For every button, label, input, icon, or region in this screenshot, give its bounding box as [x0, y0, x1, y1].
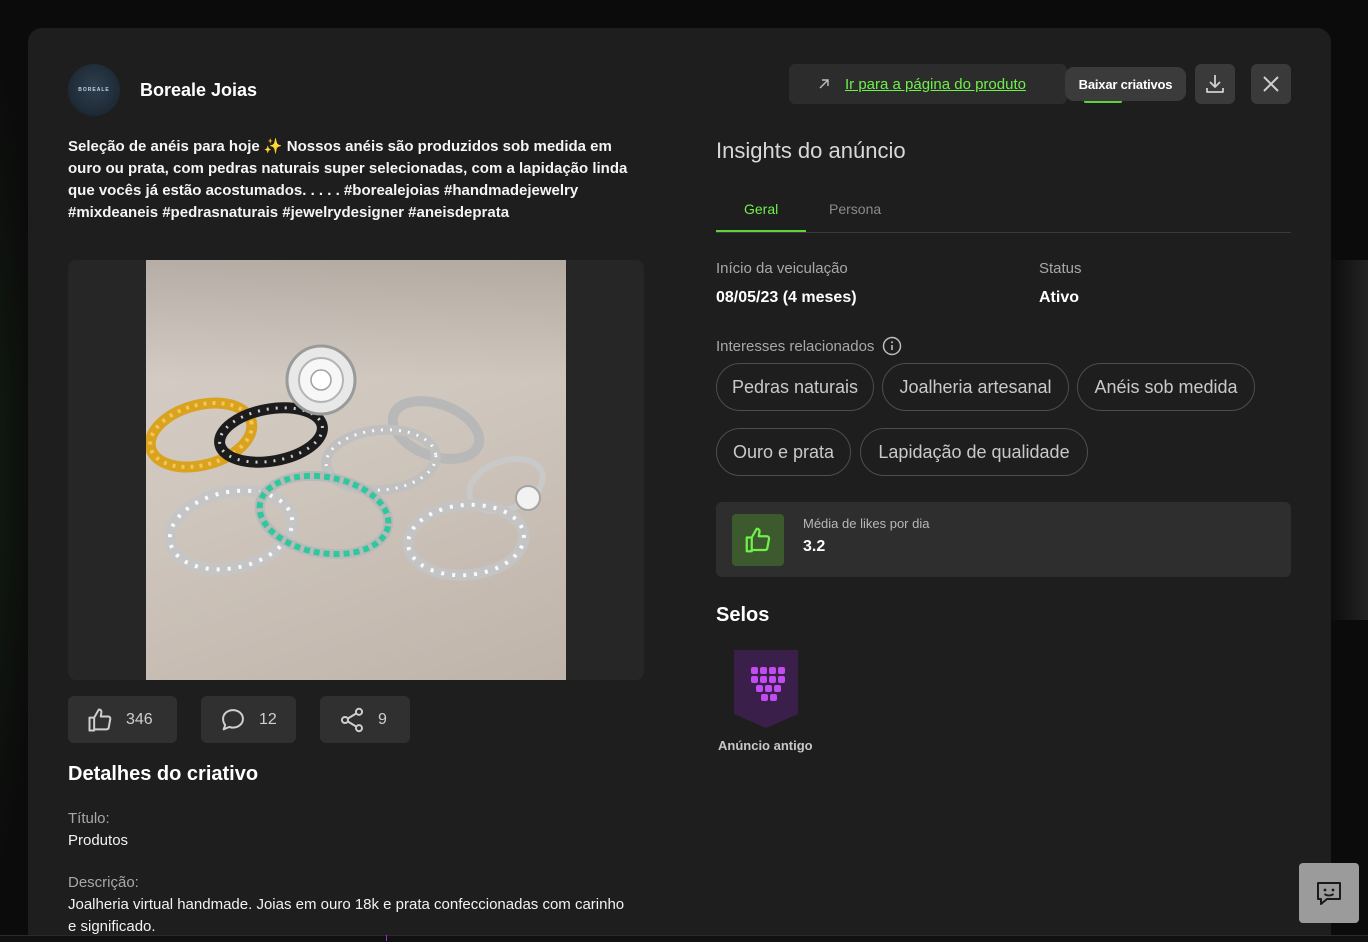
ad-detail-modal: BOREALE Boreale Joias Seleção de anéis p… — [28, 28, 1331, 941]
likes-stat: 346 — [68, 696, 177, 743]
shares-stat: 9 — [320, 696, 410, 743]
comment-icon — [222, 708, 244, 730]
title-label: Título: — [68, 810, 110, 827]
insights-title: Insights do anúncio — [716, 138, 906, 163]
seals-title: Selos — [716, 604, 770, 626]
tab-geral[interactable]: Geral — [744, 201, 778, 217]
likes-per-day-label: Média de likes por dia — [803, 516, 930, 531]
chat-icon — [1317, 882, 1341, 905]
share-icon — [340, 707, 364, 732]
interest-chip[interactable]: Joalheria artesanal — [882, 363, 1069, 411]
seal-badge — [734, 650, 798, 735]
interest-chip[interactable]: Pedras naturais — [716, 363, 874, 411]
likes-per-day-card: Média de likes por dia 3.2 — [716, 502, 1291, 577]
interest-chip[interactable]: Ouro e prata — [716, 428, 851, 476]
bottom-marker — [386, 935, 387, 941]
likes-count: 346 — [126, 710, 153, 728]
ad-caption: Seleção de anéis para hoje ✨ Nossos anéi… — [68, 138, 628, 221]
start-date-value: 08/05/23 (4 meses) — [716, 289, 857, 306]
download-button[interactable] — [1195, 64, 1235, 104]
dots-grid-icon — [734, 650, 798, 728]
likes-per-day-value: 3.2 — [803, 538, 826, 555]
close-icon — [1263, 76, 1279, 92]
comments-count: 12 — [259, 710, 277, 728]
avatar-logo-text: BOREALE — [78, 87, 110, 93]
seal-label: Anúncio antigo — [718, 738, 813, 753]
creative-media[interactable] — [68, 260, 644, 680]
chat-widget-button[interactable] — [1299, 863, 1359, 923]
thumbs-up-icon — [88, 708, 112, 731]
download-icon — [1206, 75, 1224, 93]
rings-illustration — [146, 344, 546, 581]
description-value: Joalheria virtual handmade. Joias em our… — [68, 896, 625, 935]
close-button[interactable] — [1251, 64, 1291, 104]
interests-label: Interesses relacionados — [716, 337, 875, 355]
thumbs-up-icon — [745, 527, 771, 553]
interest-chip[interactable]: Anéis sob medida — [1077, 363, 1255, 411]
status-value: Ativo — [1039, 289, 1079, 306]
interests-heading: Interesses relacionados — [716, 336, 902, 356]
advertiser-name[interactable]: Boreale Joias — [140, 80, 257, 101]
creative-details-title: Detalhes do criativo — [68, 763, 259, 785]
status-label: Status — [1039, 260, 1082, 277]
start-date-label: Início da veiculação — [716, 260, 848, 277]
creative-image — [146, 260, 566, 680]
advertiser-avatar[interactable]: BOREALE — [68, 64, 120, 116]
interest-chip[interactable]: Lapidação de qualidade — [860, 428, 1088, 476]
likes-card-icon-box — [732, 514, 784, 566]
title-value: Produtos — [68, 832, 129, 849]
tab-persona[interactable]: Persona — [829, 201, 881, 217]
goto-product-button[interactable]: Ir para a página do produto — [789, 64, 1067, 104]
active-tab-indicator — [716, 230, 806, 232]
tabs-divider — [716, 232, 1291, 233]
description-label: Descrição: — [68, 874, 139, 891]
external-arrow-icon — [819, 79, 829, 89]
shares-count: 9 — [378, 710, 387, 728]
goto-product-label: Ir para a página do produto — [845, 75, 1026, 93]
comments-stat: 12 — [201, 696, 296, 743]
info-icon[interactable] — [882, 336, 902, 356]
background-glow-right — [1328, 260, 1368, 620]
download-creatives-tooltip: Baixar criativos — [1065, 67, 1186, 101]
